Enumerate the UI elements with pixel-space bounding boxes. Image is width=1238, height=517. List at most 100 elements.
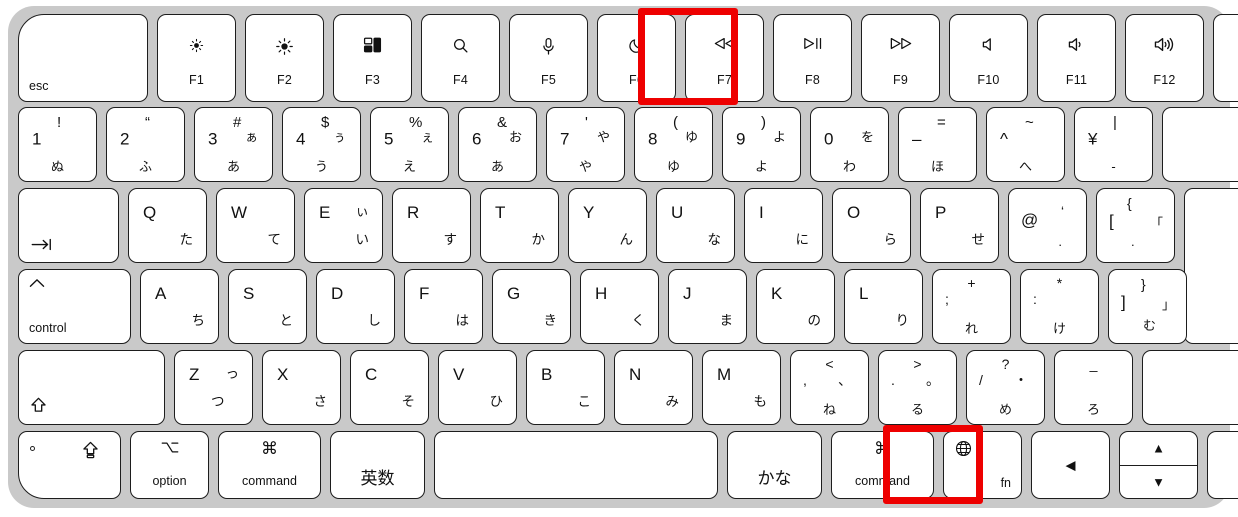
key-f9[interactable]: F9 (861, 14, 940, 102)
key-kana[interactable]: かな (727, 431, 822, 499)
key-arrow-left[interactable]: ◀ (1031, 431, 1110, 499)
key-bracket-right-kana-mark: 」 (1161, 296, 1175, 312)
key-p[interactable]: P せ (920, 188, 999, 263)
key-f7[interactable]: F7 (685, 14, 764, 102)
key-u[interactable]: U な (656, 188, 735, 263)
key-shift-left[interactable] (18, 350, 165, 425)
key-l[interactable]: L り (844, 269, 923, 344)
key-arrow-right[interactable]: ▶ (1207, 431, 1238, 499)
key-g[interactable]: G き (492, 269, 571, 344)
key-slash-base: / (979, 372, 983, 389)
key-5-kana-small: ぇ (420, 129, 434, 145)
key-f11[interactable]: F11 (1037, 14, 1116, 102)
key-tab[interactable] (18, 188, 119, 263)
key-f10[interactable]: F10 (949, 14, 1028, 102)
key-3[interactable]: 3 # ぁ あ (194, 107, 273, 182)
key-7[interactable]: 7 ' や や (546, 107, 625, 182)
key-f4[interactable]: F4 (421, 14, 500, 102)
key-t-kana: か (531, 232, 546, 248)
key-x[interactable]: X さ (262, 350, 341, 425)
key-3-number: 3 (208, 129, 218, 149)
key-f3[interactable]: F3 (333, 14, 412, 102)
key-caps-lock[interactable] (18, 431, 121, 499)
key-1[interactable]: 1 ! ぬ (18, 107, 97, 182)
f12-label: F12 (1153, 72, 1176, 87)
key-slash[interactable]: ? / ・ め (966, 350, 1045, 425)
key-e[interactable]: E ぃ い (304, 188, 383, 263)
key-f8[interactable]: F8 (773, 14, 852, 102)
key-d[interactable]: D し (316, 269, 395, 344)
key-arrow-down[interactable]: ▼ (1120, 464, 1197, 499)
key-esc[interactable]: esc (18, 14, 148, 102)
key-c[interactable]: C そ (350, 350, 429, 425)
key-option-left[interactable]: option (130, 431, 209, 499)
key-r[interactable]: R す (392, 188, 471, 263)
key-o-kana: ら (883, 232, 898, 248)
key-w[interactable]: W て (216, 188, 295, 263)
key-z[interactable]: Z っ つ (174, 350, 253, 425)
key-m[interactable]: M も (702, 350, 781, 425)
key-yen-kana: - (1111, 159, 1116, 174)
key-4[interactable]: 4 $ ぅ う (282, 107, 361, 182)
key-period[interactable]: > . 。 る (878, 350, 957, 425)
key-f[interactable]: F は (404, 269, 483, 344)
key-at[interactable]: @ ‘ . (1008, 188, 1087, 263)
key-control[interactable]: control (18, 269, 131, 344)
key-7-kana: や (578, 159, 592, 174)
key-i[interactable]: I に (744, 188, 823, 263)
key-bracket-left[interactable]: [ { 「 . (1096, 188, 1175, 263)
key-5[interactable]: 5 % ぇ え (370, 107, 449, 182)
key-k[interactable]: K の (756, 269, 835, 344)
key-minus[interactable]: – = ほ (898, 107, 977, 182)
key-v[interactable]: V ひ (438, 350, 517, 425)
play-pause-icon (774, 37, 851, 50)
key-n[interactable]: N み (614, 350, 693, 425)
key-space[interactable] (434, 431, 718, 499)
key-l-letter: L (859, 283, 869, 303)
key-f1[interactable]: F1 (157, 14, 236, 102)
key-shift-right[interactable] (1142, 350, 1238, 425)
key-arrow-up[interactable]: ▲ (1120, 432, 1197, 465)
key-9[interactable]: 9 ) よ よ (722, 107, 801, 182)
key-s[interactable]: S と (228, 269, 307, 344)
key-command-right[interactable]: ⌘ command (831, 431, 934, 499)
key-caret[interactable]: ^ ~ へ (986, 107, 1065, 182)
key-6[interactable]: 6 & お あ (458, 107, 537, 182)
key-underscore[interactable]: _ ろ (1054, 350, 1133, 425)
key-delete[interactable] (1162, 107, 1238, 182)
key-o[interactable]: O ら (832, 188, 911, 263)
key-8[interactable]: 8 ( ゆ ゆ (634, 107, 713, 182)
key-t[interactable]: T か (480, 188, 559, 263)
key-colon[interactable]: : * け (1020, 269, 1099, 344)
key-0[interactable]: 0 を わ (810, 107, 889, 182)
key-i-letter: I (759, 202, 764, 222)
key-y[interactable]: Y ん (568, 188, 647, 263)
key-h[interactable]: H く (580, 269, 659, 344)
key-command-left[interactable]: ⌘ command (218, 431, 321, 499)
key-1-shift: ! (57, 114, 62, 131)
key-bracket-right-shift: } (1141, 276, 1146, 292)
key-comma[interactable]: < , 、 ね (790, 350, 869, 425)
key-eisu[interactable]: 英数 (330, 431, 425, 499)
key-j[interactable]: J ま (668, 269, 747, 344)
key-3-kana: あ (226, 159, 240, 174)
key-f12[interactable]: F12 (1125, 14, 1204, 102)
key-2[interactable]: 2 “ ふ (106, 107, 185, 182)
key-touch-id[interactable] (1213, 14, 1238, 102)
key-f2[interactable]: F2 (245, 14, 324, 102)
key-f6[interactable]: F6 (597, 14, 676, 102)
key-semicolon[interactable]: ; + れ (932, 269, 1011, 344)
key-arrow-up-down[interactable]: ▲ ▼ (1119, 431, 1198, 499)
key-bracket-right[interactable]: ] } 」 む (1108, 269, 1187, 344)
key-a[interactable]: A ち (140, 269, 219, 344)
key-fn[interactable]: fn (943, 431, 1022, 499)
mute-icon (950, 37, 1027, 52)
key-o-letter: O (847, 202, 861, 222)
key-g-letter: G (507, 283, 521, 303)
key-z-kana-small: っ (225, 366, 240, 382)
key-8-kana: ゆ (666, 159, 680, 174)
key-q[interactable]: Q た (128, 188, 207, 263)
key-f5[interactable]: F5 (509, 14, 588, 102)
key-b[interactable]: B こ (526, 350, 605, 425)
key-yen[interactable]: ¥ | - (1074, 107, 1153, 182)
